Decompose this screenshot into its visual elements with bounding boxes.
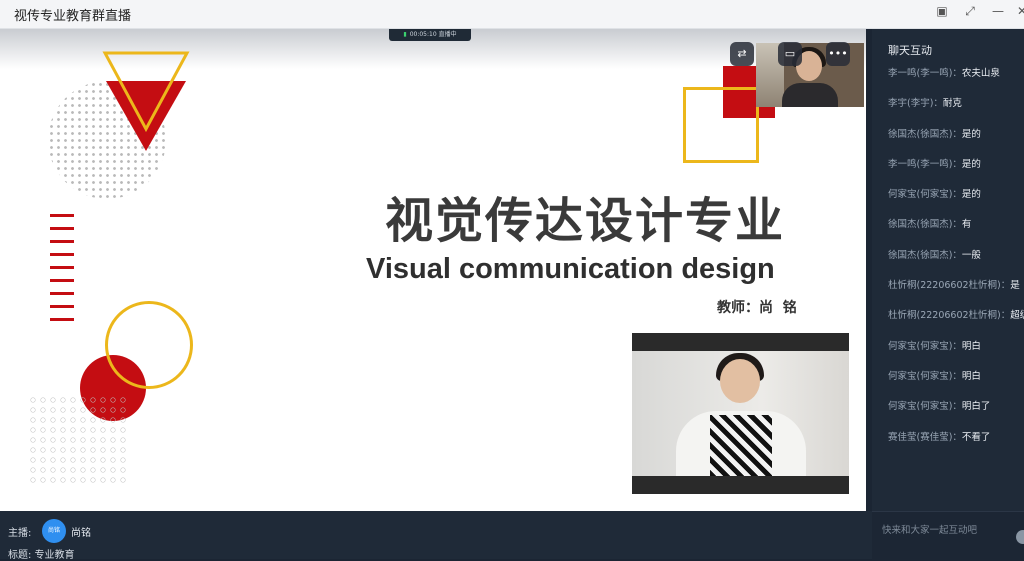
chat-item: 杜忻桐(22206602杜忻桐)：超级: [888, 310, 1024, 322]
chat-item: 徐国杰(徐国杰)：是的: [888, 128, 981, 140]
title-bar: 视传专业教育群直播 ▣ ⤢ — ✕: [0, 0, 1024, 29]
avatar[interactable]: 尚铭: [42, 519, 66, 543]
slide-teacher: 教师：尚 铭: [717, 300, 797, 316]
pip-icon[interactable]: ▣: [933, 4, 951, 18]
yellow-square-decoration: [683, 87, 759, 163]
camera-switch-icon[interactable]: ⇄: [730, 42, 754, 66]
slide-video: [632, 333, 849, 494]
live-status-pill: ▮ 00:05:10 直播中: [389, 29, 471, 41]
chat-item: 李一鸣(李一鸣)：是的: [888, 158, 981, 170]
slide-title-en: Visual communication design: [366, 253, 775, 285]
chat-item: 李宇(李宇)：耐克: [888, 98, 962, 110]
screen-share-icon[interactable]: ▭: [778, 42, 802, 66]
chat-input-placeholder: 快来和大家一起互动吧: [882, 525, 978, 536]
chat-item: 何家宝(何家宝)：明白: [888, 340, 981, 352]
emoji-icon[interactable]: [1016, 530, 1024, 544]
host-label: 主播:: [8, 528, 32, 539]
live-stage: ▮ 00:05:10 直播中 视觉传达设计专业 Visual communicat…: [0, 29, 866, 511]
close-icon[interactable]: ✕: [1013, 4, 1024, 18]
chat-input[interactable]: 快来和大家一起互动吧: [872, 511, 1024, 560]
chat-item: 何家宝(何家宝)：明白: [888, 370, 981, 382]
dot-grid-decoration: [28, 395, 128, 487]
window-title: 视传专业教育群直播: [14, 9, 132, 24]
video-frame: [632, 351, 849, 476]
chat-item: 杜忻桐(22206602杜忻桐)：是: [888, 280, 1020, 292]
chat-item: 何家宝(何家宝)：是的: [888, 189, 981, 201]
chat-item: 徐国杰(徐国杰)：有: [888, 219, 972, 231]
signal-icon: ▮: [403, 31, 407, 38]
chat-title: 聊天互动: [888, 44, 932, 57]
chat-item: 赛佳莹(赛佳莹)：不看了: [888, 431, 991, 443]
yellow-ring-decoration: [105, 301, 193, 389]
fullscreen-icon[interactable]: ⤢: [961, 4, 979, 19]
minimize-icon[interactable]: —: [989, 4, 1007, 18]
more-icon[interactable]: •••: [826, 42, 850, 66]
live-state: 直播中: [438, 31, 457, 38]
slide-title-cn: 视觉传达设计专业: [385, 193, 786, 249]
chat-item: 徐国杰(徐国杰)：一般: [888, 249, 981, 261]
host-bar: 主播: 尚铭 尚铭 标题: 专业教育: [0, 511, 872, 561]
chat-item: 李一鸣(李一鸣)：农夫山泉: [888, 68, 1000, 79]
host-name: 尚铭: [71, 528, 91, 539]
chat-list[interactable]: 李一鸣(李一鸣)：农夫山泉 李宇(李宇)：耐克 徐国杰(徐国杰)：是的 李一鸣(…: [888, 67, 1024, 461]
red-bars-decoration: [50, 214, 74, 331]
chat-item: 何家宝(何家宝)：明白了: [888, 401, 991, 413]
triangle-decoration: [102, 51, 190, 151]
chat-sidebar: 聊天互动 李一鸣(李一鸣)：农夫山泉 李宇(李宇)：耐克 徐国杰(徐国杰)：是的…: [872, 29, 1024, 511]
live-duration: 00:05:10: [409, 31, 437, 38]
